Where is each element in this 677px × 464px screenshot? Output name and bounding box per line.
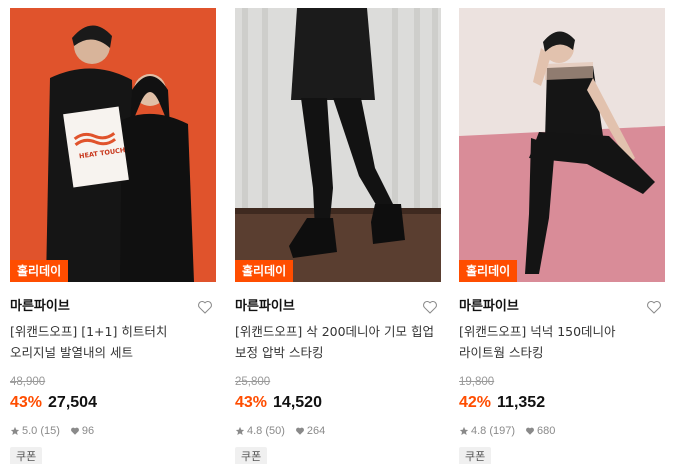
rating: 4.8 (50): [247, 425, 285, 437]
product-title[interactable]: [위캔드오프] [1+1] 히트터치 오리지널 발열내의 세트: [10, 321, 216, 363]
heart-filled-icon: [295, 427, 304, 435]
heart-outline-icon[interactable]: [421, 298, 439, 316]
heart-filled-icon: [70, 427, 79, 435]
brand-name[interactable]: 마른파이브: [10, 297, 216, 317]
like-count: 264: [306, 425, 326, 437]
sale-price: 27,504: [48, 394, 97, 411]
sale-price: 11,352: [497, 394, 546, 411]
holiday-badge: 홀리데이: [459, 260, 518, 282]
like-count: 96: [81, 425, 95, 437]
holiday-badge: 홀리데이: [10, 260, 69, 282]
heart-outline-icon[interactable]: [645, 298, 663, 316]
rating: 5.0 (15): [22, 425, 60, 437]
sale-price: 14,520: [273, 394, 322, 411]
coupon-tag: 쿠폰: [235, 447, 268, 464]
product-card[interactable]: 홀리데이 마른파이브 [위캔드오프] 삭 200데니아 기모 힙업 보정 압박 …: [235, 8, 441, 464]
brand-name[interactable]: 마른파이브: [235, 297, 441, 317]
heart-filled-icon: [526, 427, 534, 435]
product-card[interactable]: HEAT TOUCH 홀리데이 마른파이브 [위캔드오프] [1+1] 히트터치…: [10, 8, 216, 464]
heart-outline-icon[interactable]: [196, 298, 214, 316]
holiday-badge: 홀리데이: [235, 260, 294, 282]
brand-name[interactable]: 마른파이브: [459, 297, 665, 317]
rating: 4.8 (197): [471, 425, 516, 437]
product-image[interactable]: 홀리데이: [459, 8, 665, 282]
discount-rate: 43%: [235, 394, 268, 411]
star-icon: [10, 426, 20, 435]
star-icon: [459, 426, 469, 435]
coupon-tag: 쿠폰: [10, 447, 43, 464]
product-image[interactable]: 홀리데이: [235, 8, 441, 282]
coupon-tag: 쿠폰: [459, 447, 492, 464]
original-price: 48,900: [10, 376, 46, 388]
product-title[interactable]: [위캔드오프] 삭 200데니아 기모 힙업 보정 압박 스타킹: [235, 321, 441, 363]
product-image[interactable]: HEAT TOUCH 홀리데이: [10, 8, 216, 282]
product-title[interactable]: [위캔드오프] 넉넉 150데니아 라이트웜 스타킹: [459, 321, 665, 363]
star-icon: [235, 426, 245, 435]
discount-rate: 42%: [459, 394, 492, 411]
original-price: 25,800: [235, 376, 271, 388]
discount-rate: 43%: [10, 394, 43, 411]
like-count: 680: [537, 425, 556, 437]
original-price: 19,800: [459, 376, 495, 388]
product-card[interactable]: 홀리데이 마른파이브 [위캔드오프] 넉넉 150데니아 라이트웜 스타킹 19…: [459, 8, 665, 464]
